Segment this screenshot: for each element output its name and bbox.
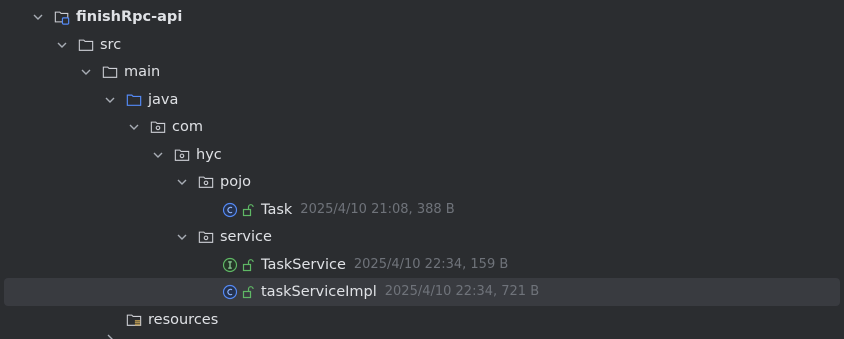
file-meta: 2025/4/10 22:34, 721 B <box>384 284 540 300</box>
unlock-icon <box>242 258 254 272</box>
tree-node-pojo[interactable]: pojo <box>0 168 844 196</box>
tree-node-label: src <box>100 36 122 53</box>
package-icon <box>150 119 166 135</box>
tree-node-taskserviceimpl[interactable]: taskServiceImpl 2025/4/10 22:34, 721 B <box>4 278 840 306</box>
tree-node-src[interactable]: src <box>0 31 844 59</box>
tree-node-label: taskServiceImpl <box>261 283 377 300</box>
tree-node-task[interactable]: Task 2025/4/10 21:08, 388 B <box>0 196 844 224</box>
file-meta: 2025/4/10 21:08, 388 B <box>300 202 455 218</box>
chevron-down-icon[interactable] <box>126 119 142 135</box>
package-icon <box>174 147 190 163</box>
folder-icon <box>102 64 118 80</box>
tree-node-label: main <box>124 63 161 80</box>
chevron-down-icon[interactable] <box>174 229 190 245</box>
chevron-down-icon[interactable] <box>174 174 190 190</box>
tree-node-label: java <box>148 91 179 108</box>
tree-node-resources[interactable]: resources <box>0 306 844 334</box>
file-meta: 2025/4/10 22:34, 159 B <box>353 257 509 273</box>
tree-node-hyc[interactable]: hyc <box>0 141 844 169</box>
package-icon <box>198 229 214 245</box>
chevron-down-icon[interactable] <box>102 92 118 108</box>
unlock-icon <box>242 285 254 299</box>
chevron-down-icon[interactable] <box>30 9 46 25</box>
tree-node-label: hyc <box>196 146 222 163</box>
tree-node-label: service <box>220 228 272 245</box>
module-folder-icon <box>54 9 70 25</box>
tree-node-label: finishRpc-api <box>76 8 183 25</box>
tree-node-label: resources <box>148 311 219 328</box>
class-icon <box>222 284 238 300</box>
tree-node-main[interactable]: main <box>0 58 844 86</box>
chevron-right-icon <box>102 333 118 339</box>
class-icon <box>222 202 238 218</box>
project-tree: finishRpc-api src main java com hyc pojo… <box>0 0 844 339</box>
tree-node-label: Task <box>261 201 293 218</box>
tree-node-java[interactable]: java <box>0 86 844 114</box>
interface-icon <box>222 257 238 273</box>
tree-node-label: pojo <box>220 173 251 190</box>
tree-node-com[interactable]: com <box>0 113 844 141</box>
resources-folder-icon <box>126 312 142 328</box>
tree-node-partial <box>0 333 844 339</box>
chevron-down-icon[interactable] <box>54 37 70 53</box>
tree-node-finishrpc-api[interactable]: finishRpc-api <box>0 3 844 31</box>
tree-node-taskservice[interactable]: TaskService 2025/4/10 22:34, 159 B <box>0 251 844 279</box>
tree-node-label: com <box>172 118 203 135</box>
unlock-icon <box>242 203 254 217</box>
package-icon <box>198 174 214 190</box>
folder-icon <box>78 37 94 53</box>
chevron-down-icon[interactable] <box>150 147 166 163</box>
chevron-down-icon[interactable] <box>78 64 94 80</box>
source-root-folder-icon <box>126 92 142 108</box>
tree-node-label: TaskService <box>261 256 346 273</box>
tree-node-service[interactable]: service <box>0 223 844 251</box>
